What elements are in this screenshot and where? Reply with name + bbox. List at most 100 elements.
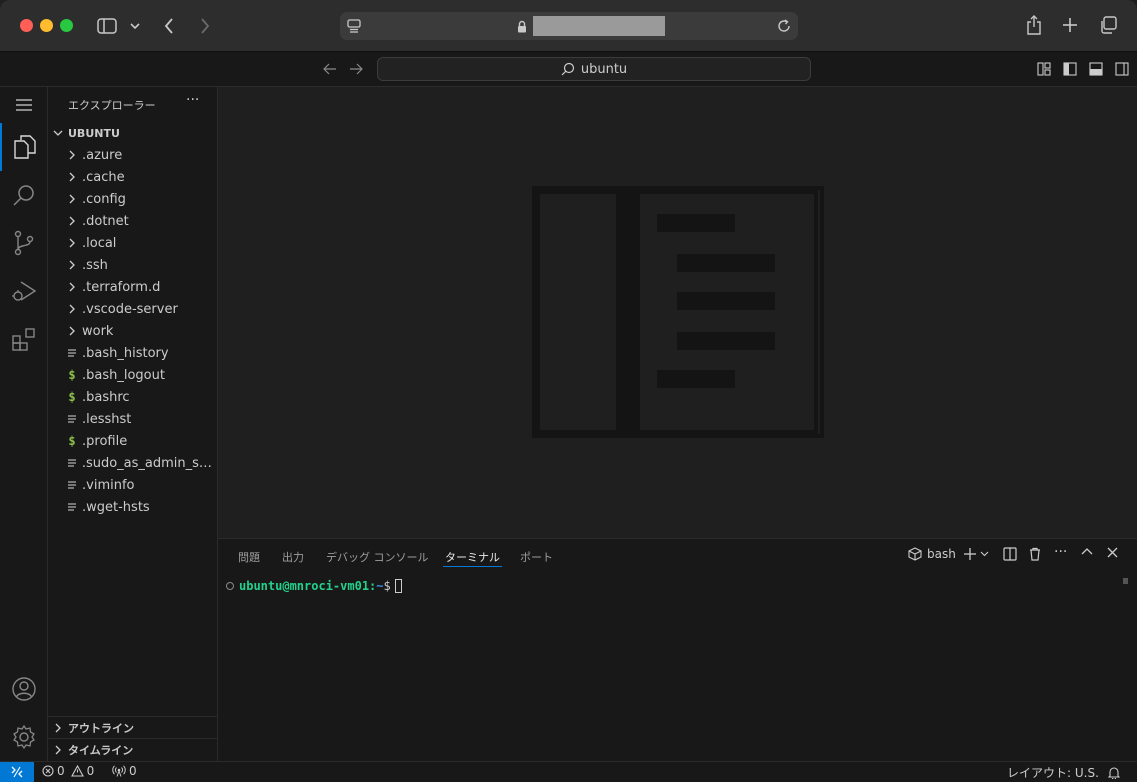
- forward-arrow-icon[interactable]: [196, 16, 214, 36]
- go-forward-icon[interactable]: [348, 61, 364, 77]
- keyboard-layout-status[interactable]: レイアウト: U.S.: [1007, 764, 1099, 781]
- zoom-window-button[interactable]: [60, 19, 73, 32]
- panel-tab[interactable]: ターミナル: [443, 549, 502, 567]
- folder-row[interactable]: .ssh: [48, 254, 218, 276]
- sidebar-toggle-icon[interactable]: [96, 16, 118, 36]
- panel-tab[interactable]: 出力: [282, 549, 304, 565]
- warning-icon: [70, 765, 84, 777]
- toggle-primary-sidebar-icon[interactable]: [1062, 61, 1078, 77]
- tree-item-label: .bash_history: [82, 345, 169, 361]
- kill-terminal-button[interactable]: [1028, 547, 1042, 561]
- command-decoration-icon: [226, 582, 234, 590]
- customize-layout-icon[interactable]: [1036, 61, 1052, 77]
- terminal-profile[interactable]: bash: [908, 547, 956, 561]
- maximize-panel-button[interactable]: [1081, 547, 1093, 555]
- file-row[interactable]: .viminfo: [48, 474, 218, 496]
- ports-count: 0: [129, 764, 137, 778]
- menu-icon[interactable]: [0, 87, 48, 123]
- trash-icon: [1030, 547, 1040, 561]
- file-row[interactable]: $ .bashrc: [48, 386, 218, 408]
- explorer-sidebar: エクスプローラー ··· UBUNTU .azure .cache .config.…: [48, 87, 218, 761]
- tree-item-label: .ssh: [82, 257, 108, 273]
- folder-row[interactable]: .cache: [48, 166, 218, 188]
- editor-area: [218, 87, 1137, 538]
- folder-row[interactable]: .dotnet: [48, 210, 218, 232]
- terminal-cursor: [394, 579, 402, 593]
- file-row[interactable]: .sudo_as_admin_su...: [48, 452, 218, 474]
- close-icon: [1107, 547, 1118, 558]
- manage-gear-icon[interactable]: [0, 713, 48, 761]
- close-window-button[interactable]: [20, 19, 33, 32]
- file-row[interactable]: .lesshst: [48, 408, 218, 430]
- explorer-icon[interactable]: [0, 123, 48, 171]
- new-tab-icon[interactable]: [1061, 16, 1079, 34]
- folder-row[interactable]: .terraform.d: [48, 276, 218, 298]
- accounts-icon[interactable]: [0, 665, 48, 713]
- extensions-icon[interactable]: [0, 315, 48, 363]
- tree-item-label: work: [82, 323, 114, 339]
- timeline-section[interactable]: タイムライン: [48, 738, 218, 760]
- tree-item-label: .wget-hsts: [82, 499, 150, 515]
- folder-row[interactable]: .local: [48, 232, 218, 254]
- problems-status[interactable]: 0 0: [42, 764, 94, 778]
- folder-row[interactable]: .azure: [48, 144, 218, 166]
- chevron-right-icon: [64, 150, 80, 160]
- file-row[interactable]: .bash_history: [48, 342, 218, 364]
- panel-tab[interactable]: ポート: [520, 549, 553, 565]
- file-row[interactable]: $ .profile: [48, 430, 218, 452]
- terminal-scrollbar[interactable]: [1123, 578, 1128, 584]
- close-panel-button[interactable]: [1107, 547, 1118, 558]
- terminal-box-icon: [908, 547, 922, 561]
- tree-item-label: .config: [82, 191, 126, 207]
- minimize-window-button[interactable]: [40, 19, 53, 32]
- file-row[interactable]: .wget-hsts: [48, 496, 218, 518]
- tree-item-label: .bashrc: [82, 389, 130, 405]
- go-back-icon[interactable]: [322, 61, 338, 77]
- reload-icon[interactable]: [776, 18, 792, 34]
- folder-row[interactable]: work: [48, 320, 218, 342]
- lock-icon: [516, 19, 528, 33]
- chevron-down-icon[interactable]: [128, 18, 142, 34]
- file-row[interactable]: $ .bash_logout: [48, 364, 218, 386]
- chevron-right-icon: [64, 172, 80, 182]
- warning-count: 0: [86, 764, 95, 778]
- back-arrow-icon[interactable]: [160, 16, 178, 36]
- terminal-user-host: ubuntu@mnroci-vm01: [239, 579, 370, 593]
- chevron-right-icon: [48, 745, 68, 755]
- address-bar[interactable]: [340, 12, 798, 40]
- notifications-bell-icon[interactable]: [1108, 766, 1120, 779]
- page-menu-icon[interactable]: [346, 18, 362, 34]
- share-icon[interactable]: [1024, 14, 1044, 36]
- new-terminal-button[interactable]: [963, 547, 989, 561]
- chevron-right-icon: [64, 282, 80, 292]
- explorer-root-folder[interactable]: UBUNTU: [48, 122, 218, 144]
- panel-tab[interactable]: 問題: [238, 549, 260, 565]
- toggle-panel-icon[interactable]: [1088, 61, 1104, 77]
- split-icon: [1003, 547, 1017, 561]
- more-actions-icon[interactable]: ···: [186, 92, 199, 108]
- command-center[interactable]: ubuntu: [377, 57, 811, 81]
- search-view-icon[interactable]: [0, 171, 48, 219]
- tree-item-label: .bash_logout: [82, 367, 165, 383]
- split-terminal-button[interactable]: [1003, 547, 1017, 561]
- source-control-icon[interactable]: [0, 219, 48, 267]
- outline-section[interactable]: アウトライン: [48, 716, 218, 738]
- timeline-label: タイムライン: [68, 743, 134, 757]
- chevron-up-icon: [1081, 548, 1093, 555]
- remote-indicator[interactable]: [0, 762, 34, 782]
- search-icon: [561, 62, 574, 76]
- ports-status[interactable]: 0: [112, 764, 137, 778]
- text-file-icon: [64, 414, 80, 424]
- run-debug-icon[interactable]: [0, 267, 48, 315]
- tab-overview-icon[interactable]: [1098, 15, 1118, 35]
- more-panel-actions-icon[interactable]: ···: [1054, 544, 1067, 560]
- panel-tab[interactable]: デバッグ コンソール: [326, 549, 429, 565]
- sidebar-title: エクスプローラー: [68, 99, 156, 112]
- toggle-secondary-sidebar-icon[interactable]: [1114, 61, 1130, 77]
- folder-row[interactable]: .vscode-server: [48, 298, 218, 320]
- folder-row[interactable]: .config: [48, 188, 218, 210]
- shell-file-icon: $: [68, 390, 76, 404]
- tree-item-label: .local: [82, 235, 117, 251]
- terminal-prompt-line[interactable]: ubuntu@mnroci-vm01 : ~ $: [226, 579, 402, 593]
- plus-icon: [964, 548, 976, 560]
